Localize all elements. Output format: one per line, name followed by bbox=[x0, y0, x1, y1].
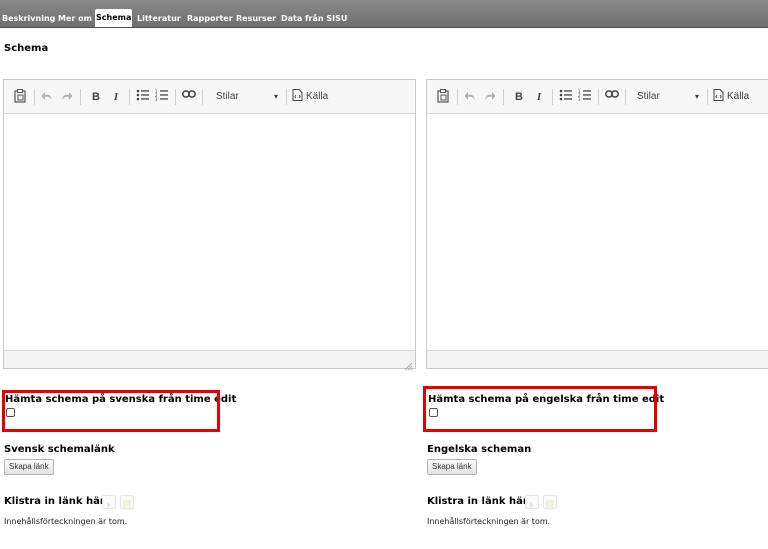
tab-schema[interactable]: Schema bbox=[95, 9, 133, 27]
italic-icon[interactable]: I bbox=[110, 89, 122, 105]
english-link-heading: Engelska scheman bbox=[427, 444, 532, 455]
source-button[interactable]: Källa bbox=[727, 89, 749, 105]
arrow-right-icon[interactable] bbox=[525, 495, 539, 509]
link-icon[interactable] bbox=[605, 89, 619, 105]
editor-statusbar bbox=[4, 350, 415, 371]
paste-icon[interactable] bbox=[14, 89, 28, 105]
swedish-paste-heading: Klistra in länk här bbox=[4, 496, 105, 507]
create-swedish-link-button[interactable]: Skapa länk bbox=[4, 459, 54, 475]
link-icon[interactable] bbox=[182, 89, 196, 105]
tab-bar: Beskrivning Mer om Schema Litteratur Rap… bbox=[0, 0, 768, 28]
english-paste-heading: Klistra in länk här bbox=[427, 496, 528, 507]
tab-data-fran-sisu[interactable]: Data från SISU bbox=[280, 10, 348, 27]
resize-grip-icon[interactable] bbox=[403, 356, 413, 371]
editor-toolbar: B I 123 Stilar ▾ Källa bbox=[4, 80, 415, 114]
fetch-english-checkbox[interactable] bbox=[429, 408, 438, 417]
chevron-down-icon[interactable]: ▾ bbox=[693, 89, 701, 105]
fetch-swedish-label: Hämta schema på svenska från time edit bbox=[5, 394, 237, 405]
svg-text:3: 3 bbox=[578, 97, 581, 101]
editor-content-area[interactable] bbox=[427, 114, 768, 350]
svg-text:3: 3 bbox=[155, 97, 158, 101]
tab-litteratur[interactable]: Litteratur bbox=[136, 10, 182, 27]
page-title: Schema bbox=[4, 43, 49, 54]
undo-icon[interactable] bbox=[41, 89, 55, 105]
bulleted-list-icon[interactable] bbox=[136, 89, 150, 105]
bold-icon[interactable]: B bbox=[513, 89, 525, 105]
editor-toolbar: B I 123 Stilar ▾ Källa bbox=[427, 80, 768, 114]
tab-rapporter[interactable]: Rapporter bbox=[186, 10, 234, 27]
english-toc-empty-text: Innehållsförteckningen är tom. bbox=[427, 517, 551, 526]
paste-icon[interactable] bbox=[437, 89, 451, 105]
undo-icon[interactable] bbox=[464, 89, 478, 105]
tab-mer-om[interactable]: Mer om bbox=[57, 10, 93, 27]
swedish-toc-empty-text: Innehållsförteckningen är tom. bbox=[4, 517, 128, 526]
editor-swedish: B I 123 Stilar ▾ Källa bbox=[3, 79, 416, 371]
editor-english: B I 123 Stilar ▾ Källa bbox=[426, 79, 768, 369]
tab-beskrivning[interactable]: Beskrivning bbox=[1, 10, 56, 27]
styles-dropdown[interactable]: Stilar bbox=[216, 89, 239, 105]
source-button[interactable]: Källa bbox=[306, 89, 328, 105]
bulleted-list-icon[interactable] bbox=[559, 89, 573, 105]
redo-icon[interactable] bbox=[60, 89, 74, 105]
fetch-swedish-checkbox[interactable] bbox=[6, 408, 15, 417]
numbered-list-icon[interactable]: 123 bbox=[155, 89, 169, 105]
italic-icon[interactable]: I bbox=[533, 89, 545, 105]
arrow-right-icon[interactable] bbox=[102, 495, 116, 509]
swedish-link-heading: Svensk schemalänk bbox=[4, 444, 115, 455]
bold-icon[interactable]: B bbox=[90, 89, 102, 105]
create-english-link-button[interactable]: Skapa länk bbox=[427, 459, 477, 475]
document-icon[interactable] bbox=[120, 495, 134, 510]
editor-content-area[interactable] bbox=[4, 114, 415, 350]
chevron-down-icon[interactable]: ▾ bbox=[272, 89, 280, 105]
redo-icon[interactable] bbox=[483, 89, 497, 105]
document-icon[interactable] bbox=[543, 495, 557, 510]
source-icon[interactable] bbox=[713, 89, 725, 105]
source-icon[interactable] bbox=[292, 89, 304, 105]
highlight-box-english bbox=[423, 386, 657, 432]
fetch-english-label: Hämta schema på engelska från time edit bbox=[428, 394, 665, 405]
styles-dropdown[interactable]: Stilar bbox=[637, 89, 660, 105]
numbered-list-icon[interactable]: 123 bbox=[578, 89, 592, 105]
tab-resurser[interactable]: Resurser bbox=[235, 10, 277, 27]
editor-statusbar bbox=[427, 350, 768, 368]
